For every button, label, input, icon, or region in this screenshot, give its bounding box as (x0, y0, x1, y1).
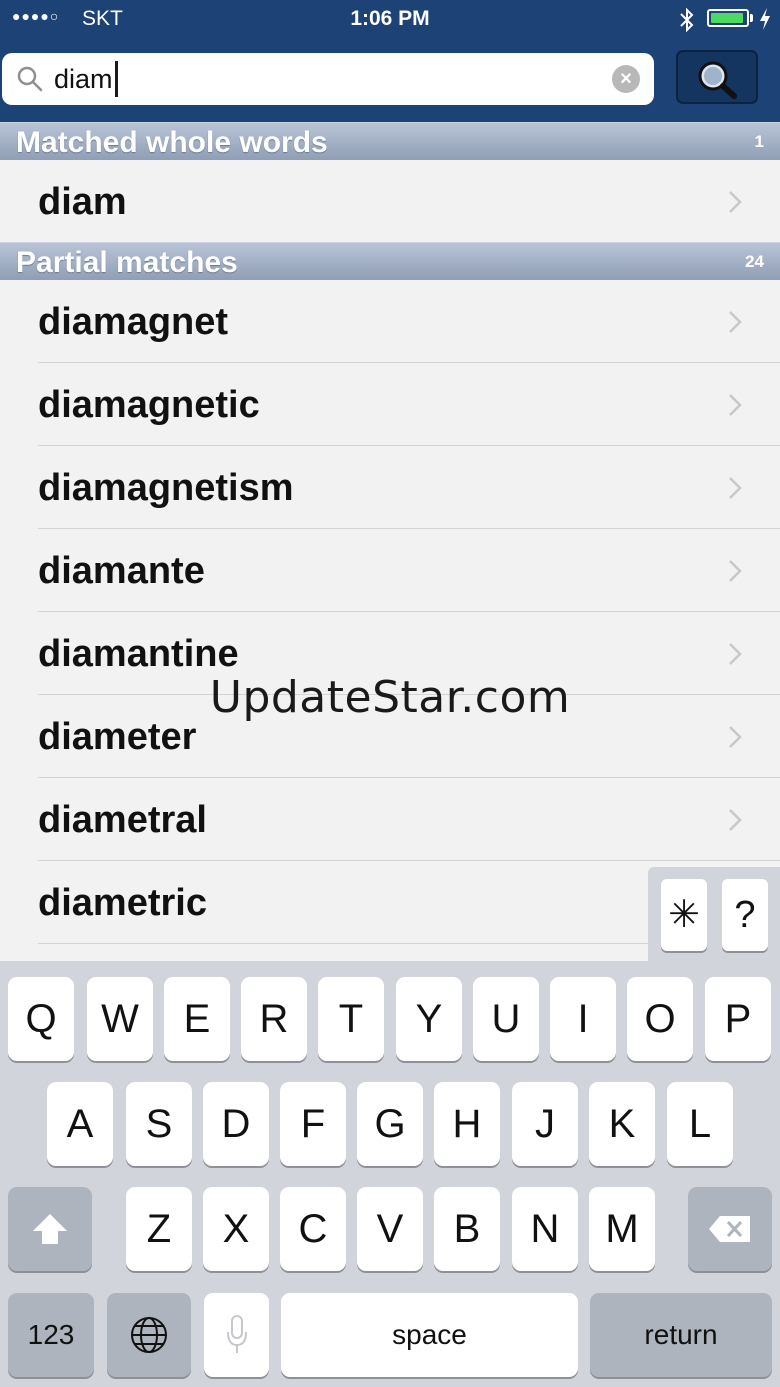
word-label: diam (38, 181, 127, 223)
space-key[interactable]: space (281, 1293, 578, 1377)
chevron-right-icon (729, 191, 742, 213)
text-cursor (114, 61, 118, 97)
section-count: 24 (745, 252, 764, 271)
return-key[interactable]: return (590, 1293, 772, 1377)
key-i[interactable]: I (550, 977, 616, 1061)
word-label: diamagnetism (38, 467, 294, 509)
key-f[interactable]: F (280, 1082, 346, 1166)
backspace-icon (709, 1216, 750, 1242)
key-s[interactable]: S (126, 1082, 192, 1166)
wildcard-accessory-bar: ✳ ? (648, 867, 780, 961)
section-count: 1 (754, 132, 764, 151)
chevron-right-icon (729, 560, 742, 582)
shift-key[interactable] (8, 1187, 92, 1271)
search-field[interactable]: × (2, 53, 654, 105)
numbers-key[interactable]: 123 (8, 1293, 94, 1377)
key-x[interactable]: X (203, 1187, 269, 1271)
key-t[interactable]: T (318, 977, 384, 1061)
word-label: diametral (38, 799, 207, 841)
key-q[interactable]: Q (8, 977, 74, 1061)
key-g[interactable]: G (357, 1082, 423, 1166)
backspace-key[interactable] (688, 1187, 772, 1271)
watermark: UpdateStar.com (209, 672, 571, 723)
list-item[interactable]: diamagnet (0, 280, 780, 363)
key-e[interactable]: E (164, 977, 230, 1061)
globe-key[interactable] (107, 1293, 191, 1377)
key-a[interactable]: A (47, 1082, 113, 1166)
search-button[interactable] (676, 50, 758, 104)
asterisk-wildcard-key[interactable]: ✳ (661, 879, 707, 951)
keyboard: Q W E R T Y U I O P A S D F G H J K L Z … (0, 961, 780, 1387)
dictation-key[interactable] (204, 1293, 269, 1377)
microphone-icon (226, 1315, 247, 1353)
chevron-right-icon (729, 394, 742, 416)
word-label: diamagnetic (38, 384, 260, 426)
battery-icon (707, 9, 749, 27)
list-item[interactable]: diamagnetic (0, 363, 780, 446)
word-label: diamagnet (38, 301, 229, 343)
key-j[interactable]: J (512, 1082, 578, 1166)
shift-arrow-icon (33, 1214, 67, 1244)
key-d[interactable]: D (203, 1082, 269, 1166)
list-item[interactable]: diamante (0, 529, 780, 612)
key-m[interactable]: M (589, 1187, 655, 1271)
word-label: diamante (38, 550, 205, 592)
key-c[interactable]: C (280, 1187, 346, 1271)
chevron-right-icon (729, 643, 742, 665)
magnifier-icon (698, 61, 737, 99)
key-o[interactable]: O (627, 977, 693, 1061)
battery-cap (750, 14, 753, 22)
key-l[interactable]: L (667, 1082, 733, 1166)
key-z[interactable]: Z (126, 1187, 192, 1271)
key-h[interactable]: H (434, 1082, 500, 1166)
key-p[interactable]: P (705, 977, 771, 1061)
charging-bolt-icon (760, 8, 770, 30)
key-r[interactable]: R (241, 977, 307, 1061)
section-title: Matched whole words (16, 126, 328, 159)
chevron-right-icon (729, 311, 742, 333)
search-icon (17, 66, 43, 92)
list-item[interactable]: diametral (0, 778, 780, 861)
word-label: diamantine (38, 633, 239, 675)
key-y[interactable]: Y (396, 977, 462, 1061)
search-input[interactable] (54, 63, 594, 95)
key-v[interactable]: V (357, 1187, 423, 1271)
list-item[interactable]: diam (0, 160, 780, 243)
key-n[interactable]: N (512, 1187, 578, 1271)
clear-search-button[interactable]: × (612, 65, 640, 93)
key-k[interactable]: K (589, 1082, 655, 1166)
key-w[interactable]: W (87, 977, 153, 1061)
chevron-right-icon (729, 809, 742, 831)
globe-icon (131, 1317, 167, 1353)
question-wildcard-key[interactable]: ? (722, 879, 768, 951)
key-b[interactable]: B (434, 1187, 500, 1271)
section-title: Partial matches (16, 246, 238, 279)
chevron-right-icon (729, 726, 742, 748)
clear-icon: × (620, 68, 632, 90)
chevron-right-icon (729, 477, 742, 499)
status-time: 1:06 PM (350, 7, 430, 30)
list-item[interactable]: diamagnetism (0, 446, 780, 529)
bluetooth-icon (680, 7, 694, 33)
navigation-bar: ●●●●○ SKT 1:06 PM × (0, 0, 780, 122)
section-header-whole-words: Matched whole words 1 (0, 122, 780, 162)
section-header-partial-matches: Partial matches 24 (0, 242, 780, 282)
key-u[interactable]: U (473, 977, 539, 1061)
word-label: diametric (38, 882, 207, 924)
